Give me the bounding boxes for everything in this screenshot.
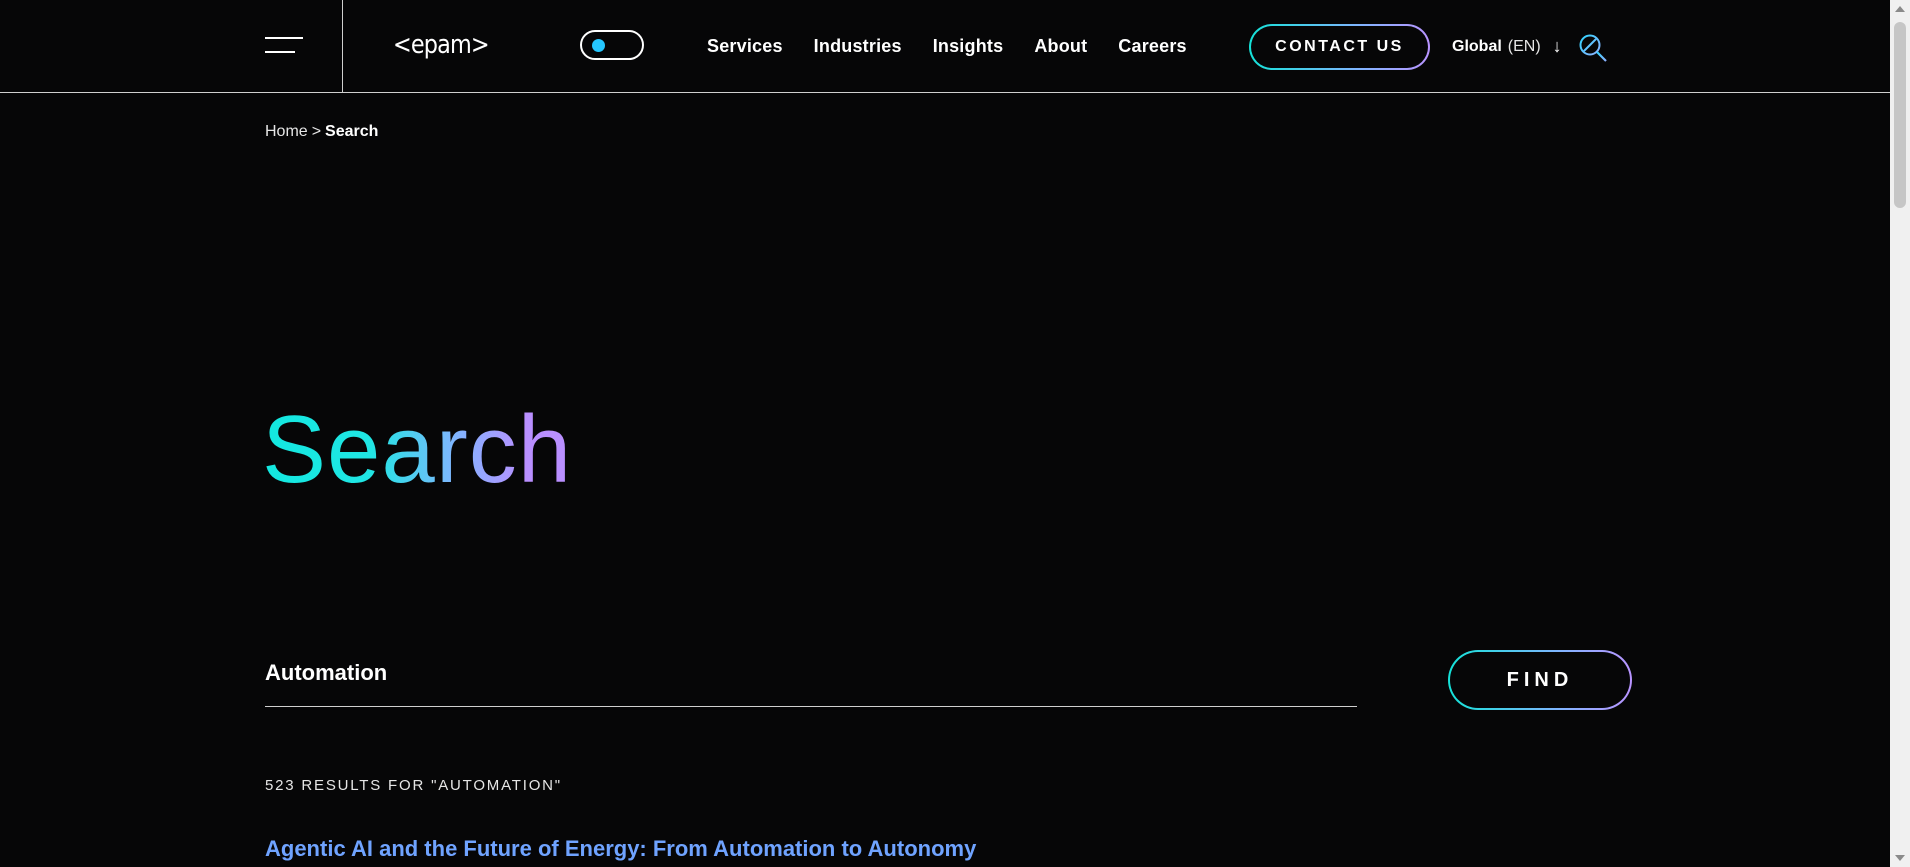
- nav-careers[interactable]: Careers: [1118, 36, 1186, 57]
- header-divider: [342, 0, 343, 92]
- locale-region: Global: [1452, 37, 1502, 55]
- search-input[interactable]: [265, 649, 1357, 697]
- find-button[interactable]: FIND: [1448, 650, 1632, 710]
- breadcrumb: Home > Search: [265, 123, 378, 141]
- epam-logo[interactable]: <epam>: [393, 28, 490, 62]
- page-title: Search: [262, 390, 572, 510]
- menu-line: [265, 51, 295, 53]
- site-header: <epam> Services Industries Insights Abou…: [0, 0, 1890, 93]
- breadcrumb-home[interactable]: Home: [265, 123, 308, 140]
- main-nav: Services Industries Insights About Caree…: [707, 0, 1218, 92]
- breadcrumb-separator: >: [311, 123, 322, 140]
- contact-us-button[interactable]: CONTACT US: [1249, 24, 1430, 70]
- scroll-up-arrow-icon[interactable]: [1895, 6, 1905, 12]
- hamburger-menu-icon[interactable]: [265, 37, 305, 57]
- search-icon[interactable]: [1578, 33, 1608, 63]
- nav-about[interactable]: About: [1034, 36, 1087, 57]
- theme-toggle-knob: [592, 39, 605, 52]
- nav-industries[interactable]: Industries: [814, 36, 902, 57]
- theme-toggle[interactable]: [580, 30, 644, 60]
- contact-us-label: CONTACT US: [1251, 26, 1428, 68]
- locale-language: (EN): [1507, 37, 1541, 55]
- breadcrumb-current: Search: [325, 123, 379, 140]
- result-title-link[interactable]: Agentic AI and the Future of Energy: Fro…: [265, 836, 976, 862]
- scroll-down-arrow-icon[interactable]: [1895, 855, 1905, 861]
- nav-services[interactable]: Services: [707, 36, 783, 57]
- find-button-label: FIND: [1450, 652, 1630, 708]
- nav-insights[interactable]: Insights: [933, 36, 1004, 57]
- vertical-scrollbar[interactable]: [1890, 0, 1910, 867]
- results-count: 523 RESULTS FOR "AUTOMATION": [265, 777, 562, 794]
- scrollbar-thumb[interactable]: [1894, 22, 1906, 208]
- arrow-down-icon: ↓: [1552, 36, 1562, 56]
- locale-selector[interactable]: Global (EN) ↓: [1452, 36, 1562, 57]
- menu-line: [265, 37, 303, 39]
- search-field: [265, 645, 1357, 707]
